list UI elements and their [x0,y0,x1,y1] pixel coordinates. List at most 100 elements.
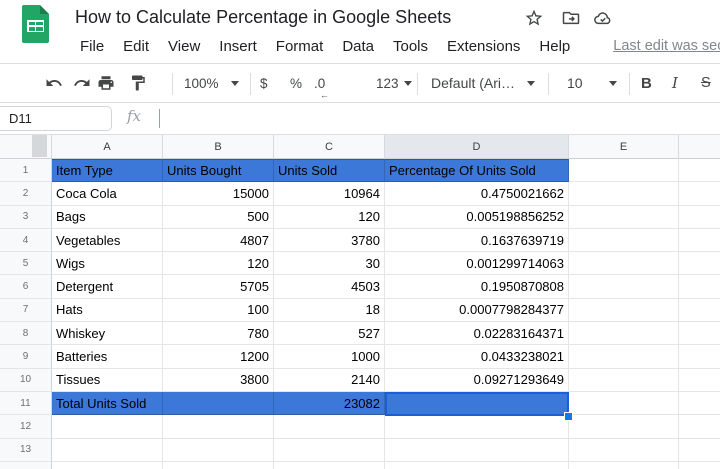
font-select[interactable]: Default (Ari… [431,64,536,102]
column-header-a[interactable]: A [52,135,163,159]
row-header-12[interactable]: 12 [0,415,52,439]
format-percent-button[interactable]: % [290,64,302,102]
cell-E1[interactable] [569,159,679,183]
cell-F7[interactable] [679,298,720,323]
last-edit-link[interactable]: Last edit was secon [613,38,720,54]
cell-B13[interactable] [163,438,274,462]
cell-A6[interactable]: Detergent [52,275,163,299]
menu-format[interactable]: Format [276,38,324,55]
menu-view[interactable]: View [168,38,200,55]
cell-E[interactable] [569,461,679,469]
row-header-13[interactable]: 13 [0,438,52,462]
cell-C5[interactable]: 30 [274,252,385,276]
cell-A12[interactable] [52,415,163,439]
redo-button[interactable] [73,64,91,102]
menu-insert[interactable]: Insert [219,38,257,55]
column-header-f[interactable] [679,135,720,159]
cell-C1[interactable]: Units Sold [274,159,385,183]
cell-F12[interactable] [679,415,720,439]
row-header-5[interactable]: 5 [0,252,52,276]
bold-button[interactable]: B [641,64,652,102]
cell-B[interactable] [163,461,274,469]
cell-D3[interactable]: 0.005198856252 [385,205,569,229]
cell-E6[interactable] [569,275,679,299]
cell-A7[interactable]: Hats [52,298,163,323]
row-header-1[interactable]: 1 [0,159,52,183]
cell-A2[interactable]: Coca Cola [52,182,163,206]
cell-E7[interactable] [569,298,679,323]
row-header-8[interactable]: 8 [0,322,52,346]
cell-B2[interactable]: 15000 [163,182,274,206]
row-header-2[interactable]: 2 [0,182,52,206]
cell-F10[interactable] [679,368,720,392]
cell-F11[interactable] [679,391,720,416]
cell-B11[interactable] [163,391,274,416]
cell-B9[interactable]: 1200 [163,345,274,369]
italic-button[interactable]: I [672,64,678,102]
cell-D2[interactable]: 0.4750021662 [385,182,569,206]
cell-C3[interactable]: 120 [274,205,385,229]
cell-E11[interactable] [569,391,679,416]
menu-tools[interactable]: Tools [393,38,428,55]
cell-F3[interactable] [679,205,720,229]
cell-C9[interactable]: 1000 [274,345,385,369]
formula-input[interactable] [170,103,720,134]
cell-F13[interactable] [679,438,720,462]
cell-D7[interactable]: 0.0007798284377 [385,298,569,323]
column-header-e[interactable]: E [569,135,679,159]
format-currency-button[interactable]: $ [260,64,268,102]
cell-B1[interactable]: Units Bought [163,159,274,183]
name-box[interactable]: D11 [0,106,112,131]
cell-A10[interactable]: Tissues [52,368,163,392]
cell-B10[interactable]: 3800 [163,368,274,392]
cell-B8[interactable]: 780 [163,322,274,346]
menu-edit[interactable]: Edit [123,38,149,55]
cell-B5[interactable]: 120 [163,252,274,276]
cell-E10[interactable] [569,368,679,392]
cell-D[interactable] [385,461,569,469]
cell-C4[interactable]: 3780 [274,228,385,253]
cell-A11[interactable]: Total Units Sold [52,391,163,416]
cell-C10[interactable]: 2140 [274,368,385,392]
column-header-b[interactable]: B [163,135,274,159]
cell-E9[interactable] [569,345,679,369]
fill-handle[interactable] [564,412,573,421]
cell-E5[interactable] [569,252,679,276]
row-header-9[interactable]: 9 [0,345,52,369]
cell-C8[interactable]: 527 [274,322,385,346]
cell-B3[interactable]: 500 [163,205,274,229]
cell-E4[interactable] [569,228,679,253]
paint-format-button[interactable] [129,64,147,102]
cell-B12[interactable] [163,415,274,439]
menu-data[interactable]: Data [342,38,374,55]
cell-A1[interactable]: Item Type [52,159,163,183]
more-formats-button[interactable]: 123 [376,64,412,102]
cell-C[interactable] [274,461,385,469]
cell-C13[interactable] [274,438,385,462]
cell-C6[interactable]: 4503 [274,275,385,299]
document-title[interactable]: How to Calculate Percentage in Google Sh… [75,7,451,28]
cell-D6[interactable]: 0.1950870808 [385,275,569,299]
row-header-10[interactable]: 10 [0,368,52,392]
cell-D9[interactable]: 0.0433238021 [385,345,569,369]
cell-A13[interactable] [52,438,163,462]
cell-A8[interactable]: Whiskey [52,322,163,346]
cell-D11[interactable] [385,391,569,416]
cell-F2[interactable] [679,182,720,206]
cell-F1[interactable] [679,159,720,183]
cell-A3[interactable]: Bags [52,205,163,229]
cell-E12[interactable] [569,415,679,439]
cell-B6[interactable]: 5705 [163,275,274,299]
cell-E3[interactable] [569,205,679,229]
row-header-partial[interactable] [0,461,52,469]
print-button[interactable] [97,64,115,102]
move-to-folder-button[interactable] [560,7,582,29]
row-header-4[interactable]: 4 [0,228,52,253]
menu-extensions[interactable]: Extensions [447,38,520,55]
undo-button[interactable] [45,64,63,102]
cell-C2[interactable]: 10964 [274,182,385,206]
cell-D13[interactable] [385,438,569,462]
cell-D1[interactable]: Percentage Of Units Sold [385,159,569,183]
menu-file[interactable]: File [80,38,104,55]
row-header-6[interactable]: 6 [0,275,52,299]
